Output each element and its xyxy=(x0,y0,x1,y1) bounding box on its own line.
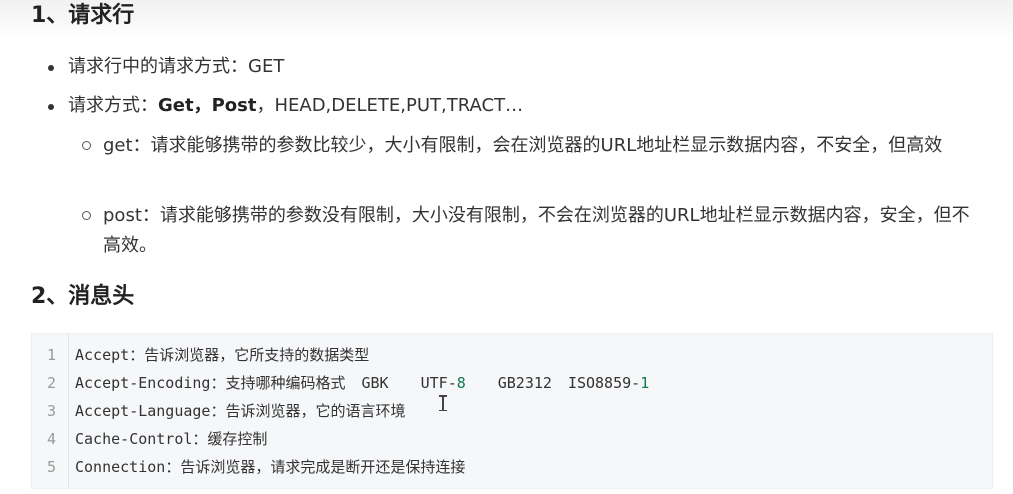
header-desc: 告诉浏览器，它的语言环境 xyxy=(225,402,406,420)
key-dash: - xyxy=(129,402,139,420)
code-line: 5 Connection：告诉浏览器，请求完成是断开还是保持连接 xyxy=(32,453,992,481)
encoding-iso-number: 1 xyxy=(640,374,650,392)
sub-bullet-get: get：请求能够携带的参数比较少，大小有限制，会在浏览器的URL地址栏显示数据内… xyxy=(82,131,983,161)
code-line: 3 Accept-Language：告诉浏览器，它的语言环境 xyxy=(32,397,992,425)
header-desc: 缓存控制 xyxy=(207,430,268,448)
key-dash: - xyxy=(120,430,130,448)
header-key: Accept xyxy=(75,346,130,364)
bullet-bold-methods: Get，Post xyxy=(158,95,257,116)
code-line: 1 Accept：告诉浏览器，它所支持的数据类型 xyxy=(32,341,992,369)
header-desc: 支持哪种编码格式 xyxy=(225,374,346,392)
code-line: 4 Cache-Control：缓存控制 xyxy=(32,425,992,453)
code-block: 1 Accept：告诉浏览器，它所支持的数据类型 2 Accept-Encodi… xyxy=(31,333,993,489)
encoding-utf: UTF xyxy=(420,374,448,392)
header-key-part: Control xyxy=(129,430,193,448)
code-content: Connection：告诉浏览器，请求完成是断开还是保持连接 xyxy=(75,453,465,481)
line-number: 4 xyxy=(46,430,56,448)
encoding-iso-dash: - xyxy=(631,374,641,392)
header-key: Accept xyxy=(75,402,130,420)
bullet-prefix: 请求方式： xyxy=(68,95,158,116)
bullet-other-methods: ，HEAD,DELETE,PUT,TRACT… xyxy=(256,95,524,116)
bullet-request-methods: 请求方式：Get，Post，HEAD,DELETE,PUT,TRACT… xyxy=(47,91,524,121)
encoding-gb2312: GB2312 xyxy=(497,374,552,392)
line-number: 2 xyxy=(46,374,56,392)
section-heading-request-line: 1、请求行 xyxy=(31,3,135,28)
header-key: Cache xyxy=(75,430,121,448)
separator: ： xyxy=(129,346,145,364)
sub-bullet-post: post：请求能够携带的参数没有限制，大小没有限制，不会在浏览器的URL地址栏显… xyxy=(82,201,983,261)
encoding-utf-dash: - xyxy=(447,374,457,392)
code-line: 2 Accept-Encoding：支持哪种编码格式 GBK UTF-8 GB2312… xyxy=(32,369,992,397)
text-cursor-icon xyxy=(439,395,447,411)
header-key-part: Language xyxy=(138,402,211,420)
line-number: 5 xyxy=(46,458,56,476)
section-heading-headers: 2、消息头 xyxy=(31,284,135,309)
separator: ： xyxy=(192,430,208,448)
encoding-gbk: GBK xyxy=(361,374,389,392)
key-dash: - xyxy=(129,374,139,392)
header-key: Connection xyxy=(75,458,166,476)
bullet-request-method: 请求行中的请求方式：GET xyxy=(47,52,284,82)
code-content: Accept：告诉浏览器，它所支持的数据类型 xyxy=(75,341,369,369)
code-content: Accept-Language：告诉浏览器，它的语言环境 xyxy=(75,397,406,425)
encoding-utf-number: 8 xyxy=(456,374,466,392)
line-number: 3 xyxy=(46,402,56,420)
separator: ： xyxy=(210,402,226,420)
code-content: Accept-Encoding：支持哪种编码格式 GBK UTF-8 GB2312 IS… xyxy=(75,369,649,397)
header-desc: 告诉浏览器，它所支持的数据类型 xyxy=(144,346,370,364)
separator: ： xyxy=(210,374,226,392)
encoding-iso: ISO8859 xyxy=(567,374,632,392)
separator: ： xyxy=(165,458,181,476)
header-desc: 告诉浏览器，请求完成是断开还是保持连接 xyxy=(180,458,466,476)
header-key: Accept xyxy=(75,374,130,392)
code-content: Cache-Control：缓存控制 xyxy=(75,425,267,453)
top-shade xyxy=(0,0,1013,40)
header-key-part: Encoding xyxy=(138,374,211,392)
line-number: 1 xyxy=(46,346,56,364)
